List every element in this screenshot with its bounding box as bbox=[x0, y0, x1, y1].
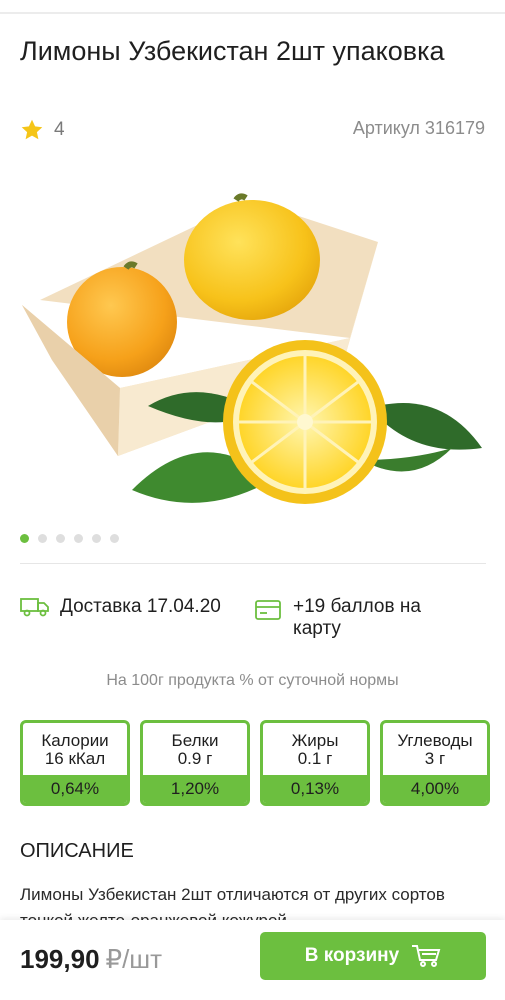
bottom-bar: 199,90 ₽/шт В корзину bbox=[0, 920, 505, 1000]
sku: Артикул 316179 bbox=[352, 118, 485, 138]
gallery-pagination[interactable] bbox=[20, 534, 119, 543]
product-image[interactable] bbox=[0, 160, 505, 525]
gallery-dot[interactable] bbox=[20, 534, 29, 543]
nutrition-card-protein: Белки 0.9 г 1,20% bbox=[140, 720, 250, 806]
nutrition-percent: 4,00% bbox=[383, 775, 487, 803]
nutrition-percent: 0,64% bbox=[23, 775, 127, 803]
nutrition-note: На 100г продукта % от суточной нормы bbox=[106, 672, 399, 689]
nutrition-percent: 1,20% bbox=[143, 775, 247, 803]
nutrition-name: Калории bbox=[41, 731, 109, 750]
top-divider bbox=[0, 12, 505, 14]
gallery-dot[interactable] bbox=[92, 534, 101, 543]
add-to-cart-button[interactable]: В корзину bbox=[260, 932, 486, 980]
bonus-text: +19 баллов на карту bbox=[293, 596, 421, 639]
price-unit: ₽/шт bbox=[105, 944, 163, 974]
description-heading: ОПИСАНИЕ bbox=[20, 840, 134, 862]
card-icon bbox=[255, 600, 281, 620]
delivery-info: Доставка 17.04.20 bbox=[20, 596, 221, 618]
gallery-dot[interactable] bbox=[38, 534, 47, 543]
divider bbox=[20, 563, 486, 564]
rating[interactable]: 4 bbox=[20, 118, 65, 142]
nutrition-name: Жиры bbox=[291, 731, 339, 750]
add-to-cart-label: В корзину bbox=[304, 945, 400, 966]
nutrition-card-calories: Калории 16 кКал 0,64% bbox=[20, 720, 130, 806]
lemons-in-wooden-box-image bbox=[22, 193, 482, 504]
nutrition-card-carbs: Углеводы 3 г 4,00% bbox=[380, 720, 490, 806]
price: 199,90 ₽/шт bbox=[20, 944, 162, 975]
product-title: Лимоны Узбекистан 2шт упаковка bbox=[20, 36, 445, 66]
delivery-text: Доставка 17.04.20 bbox=[60, 596, 221, 617]
nutrition-value: 3 г bbox=[424, 749, 446, 768]
nutrition-value: 16 кКал bbox=[44, 749, 106, 768]
nutrition-name: Углеводы bbox=[397, 731, 473, 750]
bonus-info: +19 баллов на карту bbox=[255, 596, 473, 640]
truck-icon bbox=[20, 598, 49, 617]
cart-icon bbox=[412, 945, 441, 967]
price-value: 199,90 bbox=[20, 944, 100, 974]
rating-value: 4 bbox=[54, 119, 65, 140]
gallery-dot[interactable] bbox=[56, 534, 65, 543]
nutrition-cards: Калории 16 кКал 0,64% Белки 0.9 г 1,20% … bbox=[20, 720, 490, 806]
gallery-dot[interactable] bbox=[110, 534, 119, 543]
star-icon bbox=[21, 119, 43, 140]
gallery-dot[interactable] bbox=[74, 534, 83, 543]
nutrition-percent: 0,13% bbox=[263, 775, 367, 803]
nutrition-value: 0.1 г bbox=[297, 749, 333, 768]
nutrition-card-fat: Жиры 0.1 г 0,13% bbox=[260, 720, 370, 806]
nutrition-value: 0.9 г bbox=[177, 749, 213, 768]
nutrition-name: Белки bbox=[171, 731, 219, 750]
